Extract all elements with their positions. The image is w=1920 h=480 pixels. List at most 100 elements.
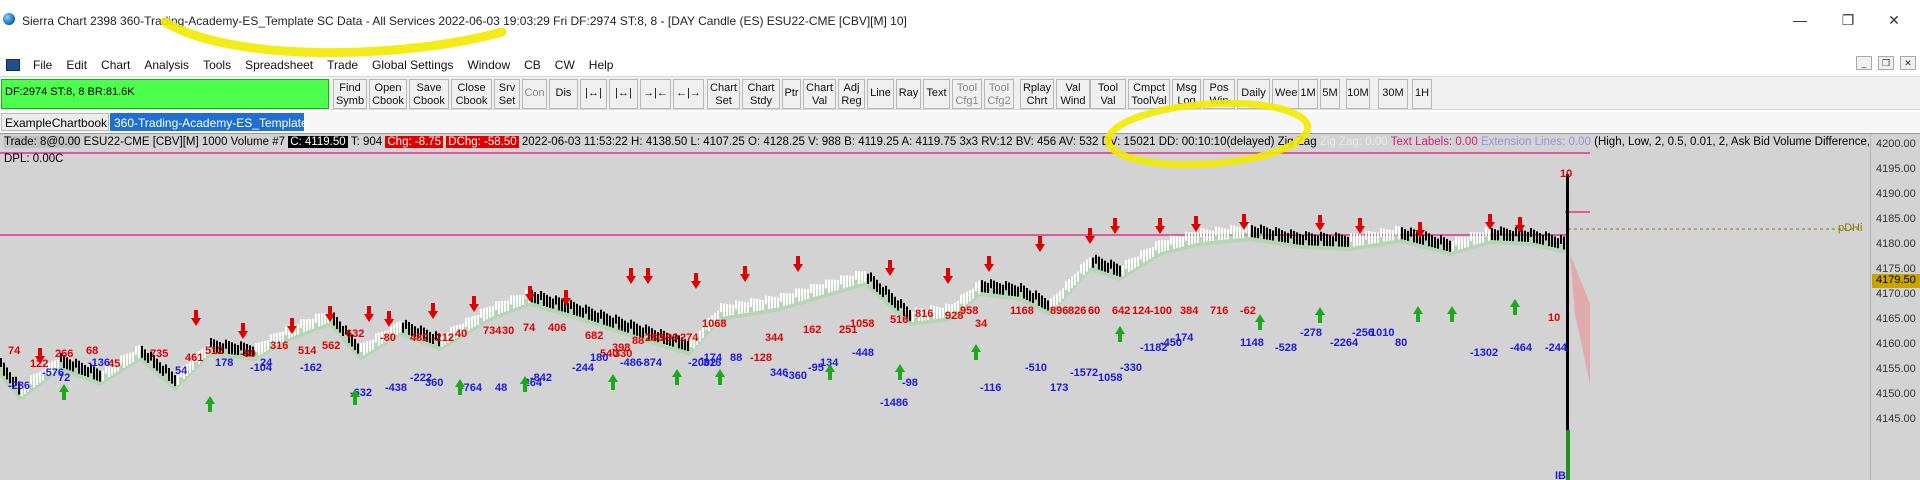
mdi-minimize-button[interactable]: _	[1856, 56, 1872, 70]
toolbar-button-find-symb[interactable]: Find Symb	[333, 79, 367, 109]
price-bar	[846, 275, 848, 288]
toolbar-button-ray[interactable]: Ray	[896, 79, 921, 109]
toolbar-button-tool-val[interactable]: Tool Val	[1090, 79, 1126, 109]
toolbar-button-dis[interactable]: Dis	[549, 79, 578, 109]
toolbar-button-10m[interactable]: 10M	[1346, 79, 1370, 109]
toolbar-button-[interactable]: |↔|	[609, 79, 638, 109]
toolbar-button-chart-stdy[interactable]: Chart Stdy	[742, 79, 780, 109]
toolbar-button-pos-win[interactable]: Pos Win	[1203, 79, 1235, 109]
close-button[interactable]: ✕	[1874, 8, 1914, 32]
bearish-band	[1570, 254, 1590, 384]
price-bar	[1152, 247, 1154, 257]
toolbar-button-1h[interactable]: 1H	[1412, 79, 1432, 109]
study-params: (High, Low, 2, 0.5, 0.01, 2, Ask Bid Vol…	[1594, 136, 1892, 148]
price-bar	[1044, 298, 1046, 309]
mdi-restore-button[interactable]: ❐	[1878, 56, 1894, 70]
toolbar-button-msg-log[interactable]: Msg Log	[1172, 79, 1201, 109]
price-bar	[231, 342, 233, 355]
price-bar	[1392, 230, 1394, 241]
toolbar-button-open-cbook[interactable]: Open Cbook	[369, 79, 407, 109]
sell-arrow	[1110, 218, 1120, 234]
price-bar	[1374, 232, 1376, 244]
toolbar-button-cmpct-toolval[interactable]: Cmpct ToolVal	[1128, 79, 1170, 109]
red-zigzag-label: 60	[1088, 305, 1100, 317]
toolbar-button-5m[interactable]: 5M	[1320, 79, 1340, 109]
chart-window-icon[interactable]	[6, 59, 20, 71]
text-labels-value: Text Labels: 0.00	[1390, 136, 1478, 148]
toolbar-button-con[interactable]: Con	[522, 79, 547, 109]
menu-cb[interactable]: CB	[517, 58, 548, 72]
toolbar-button-chart-val[interactable]: Chart Val	[803, 79, 836, 109]
price-bar	[864, 271, 866, 283]
blue-zigzag-label: 360	[425, 377, 443, 389]
sell-arrow	[740, 266, 750, 282]
menu-file[interactable]: File	[26, 58, 59, 72]
toolbar-button-daily[interactable]: Daily	[1237, 79, 1270, 109]
toolbar-button-tool-cfg1[interactable]: Tool Cfg1	[952, 79, 982, 109]
mdi-close-button[interactable]: ✕	[1900, 56, 1916, 70]
price-bar	[936, 306, 938, 319]
toolbar-button-1m[interactable]: 1M	[1298, 79, 1318, 109]
price-chart-canvas[interactable]: 74122266 6845735 461512 -80316 514 562632 -80 4…	[0, 134, 1870, 480]
restore-button[interactable]: ❐	[1828, 8, 1868, 32]
toolbar-button-srv-set[interactable]: Srv Set	[494, 79, 520, 109]
menu-trade[interactable]: Trade	[320, 58, 365, 72]
toolbar-button-line2: Cfg2	[987, 95, 1011, 107]
toolbar-button-save-cbook[interactable]: Save Cbook	[409, 79, 449, 109]
toolbar-button-text[interactable]: Text	[923, 79, 950, 109]
toolbar-button-line1: Srv	[498, 82, 516, 94]
price-bar	[171, 371, 173, 384]
price-bar	[102, 370, 104, 381]
minimize-button[interactable]: —	[1780, 8, 1820, 32]
price-bar	[483, 308, 485, 322]
menu-cw[interactable]: CW	[548, 58, 582, 72]
toolbar-button-line1: Adj	[843, 82, 860, 94]
price-bar	[852, 275, 854, 286]
tab-360-trading-academy[interactable]: 360-Trading-Academy-ES_Template	[110, 113, 308, 131]
price-bar	[1134, 257, 1136, 269]
toolbar-button-chart-set[interactable]: Chart Set	[707, 79, 740, 109]
menu-window[interactable]: Window	[460, 58, 517, 72]
toolbar-button-adj-reg[interactable]: Adj Reg	[838, 79, 865, 109]
price-bar	[1065, 281, 1067, 291]
menu-tools[interactable]: Tools	[196, 58, 238, 72]
toolbar-button-val-wind[interactable]: Val Wind	[1056, 79, 1090, 109]
toolbar-button-line[interactable]: Line	[867, 79, 894, 109]
sierra-chart-app-icon[interactable]	[3, 13, 15, 25]
price-bar	[1233, 225, 1235, 239]
menu-help[interactable]: Help	[582, 58, 621, 72]
price-bar	[519, 295, 521, 307]
price-bar	[1332, 236, 1334, 247]
tab-examplechartbook[interactable]: ExampleChartbook	[1, 113, 109, 131]
price-bar	[579, 305, 581, 317]
price-bar	[1413, 229, 1415, 243]
price-bar	[156, 358, 158, 371]
toolbar-button-30m[interactable]: 30M	[1378, 79, 1408, 109]
toolbar-button-[interactable]: ←|→	[673, 79, 704, 109]
toolbar-button-ptr[interactable]: Ptr	[782, 79, 801, 109]
toolbar-button-[interactable]: →|←	[640, 79, 671, 109]
price-scale[interactable]: 4200.00 4195.00 4190.00 4185.00 4180.00 4175.…	[1870, 134, 1920, 480]
price-bar	[1497, 230, 1499, 241]
menu-chart[interactable]: Chart	[94, 58, 137, 72]
title-bar: Sierra Chart 2398 360-Trading-Academy-ES…	[0, 0, 1920, 40]
menu-spreadsheet[interactable]: Spreadsheet	[238, 58, 320, 72]
price-bar	[960, 294, 962, 304]
blue-zigzag-label: -98	[902, 377, 918, 389]
price-bar	[1026, 288, 1028, 300]
menu-edit[interactable]: Edit	[59, 58, 94, 72]
price-bar	[1425, 231, 1427, 241]
data-feed-status[interactable]: DF:2974 ST:8, 8 BR:81.6K	[1, 79, 329, 109]
price-bar	[609, 315, 611, 327]
toolbar-button-[interactable]: |↔|	[580, 79, 607, 109]
toolbar-button-close-cbook[interactable]: Close Cbook	[451, 79, 492, 109]
red-zigzag-label: 599	[660, 332, 678, 344]
menu-global-settings[interactable]: Global Settings	[365, 58, 460, 72]
menu-analysis[interactable]: Analysis	[137, 58, 196, 72]
chart-region[interactable]: 74 122 266 68 45 735 461 512 -80 316 514 562 632 -80 4…	[0, 133, 1920, 480]
price-bar	[849, 275, 851, 287]
red-zigzag-label: 162	[803, 324, 821, 336]
toolbar-button-tool-cfg2[interactable]: Tool Cfg2	[984, 79, 1014, 109]
toolbar-button-rplay-chrt[interactable]: Rplay Chrt	[1020, 79, 1054, 109]
price-bar	[1377, 232, 1379, 243]
